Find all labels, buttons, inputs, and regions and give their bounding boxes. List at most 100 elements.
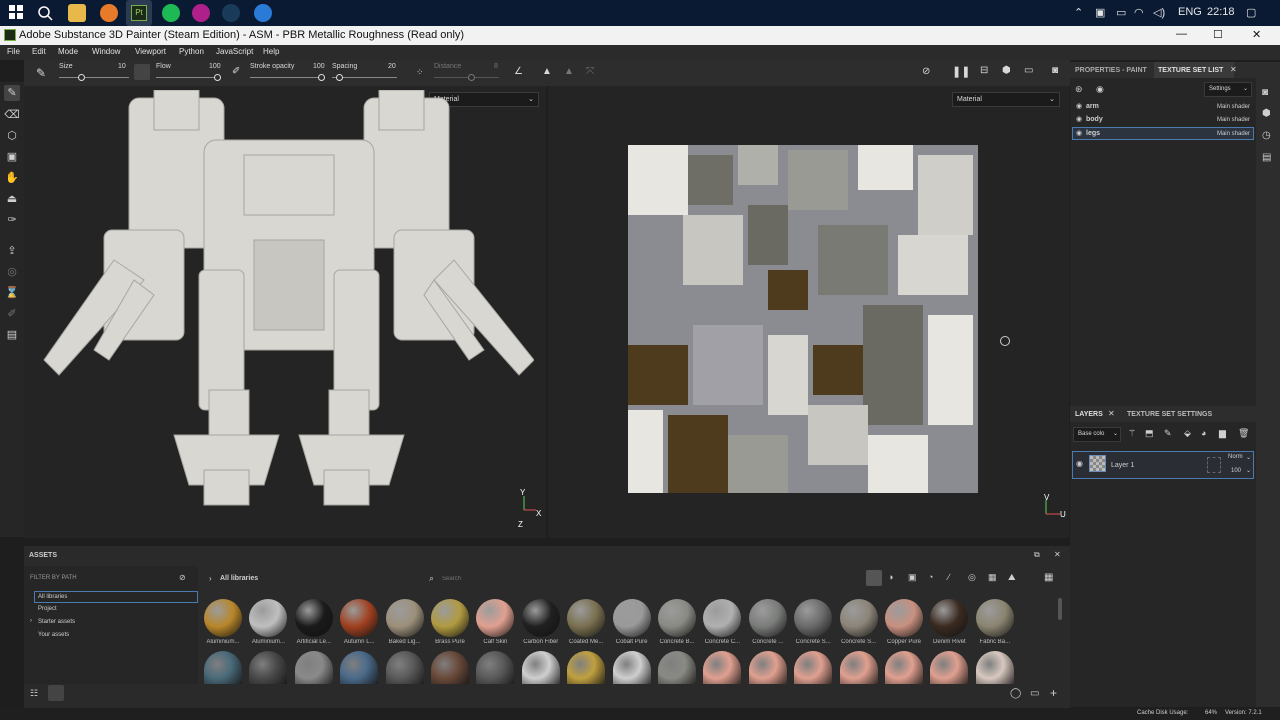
menu-python[interactable]: Python [179, 47, 204, 56]
add-fill-layer-icon[interactable]: ⬙ [1184, 428, 1191, 439]
new-window-icon[interactable]: ◯ [1010, 688, 1021, 699]
distance-value[interactable]: 8 [494, 63, 498, 70]
material-thumbnail[interactable] [249, 651, 288, 684]
monitor-icon[interactable]: ▭ [1116, 6, 1126, 19]
layer-name[interactable]: Layer 1 [1111, 462, 1134, 469]
blend-mode-select[interactable]: Norm [1228, 454, 1243, 460]
material-thumbnail[interactable] [249, 599, 288, 637]
material-thumbnail[interactable] [567, 651, 606, 684]
material-thumbnail[interactable] [204, 651, 242, 684]
stroke-opacity-slider[interactable] [250, 74, 325, 81]
visibility-eye-icon[interactable]: ◉ [1076, 129, 1082, 137]
spacing-slider[interactable] [332, 74, 397, 81]
tree-item-all-libraries[interactable]: All libraries [34, 591, 198, 603]
camera-icon[interactable]: ◙ [1052, 65, 1058, 76]
material-thumbnail[interactable] [476, 651, 515, 684]
material-thumbnail[interactable] [794, 599, 833, 637]
list-view-icon[interactable]: ☷ [30, 688, 38, 699]
detail-view-icon[interactable] [48, 685, 64, 701]
filter-alphas-icon[interactable]: ◎ [968, 572, 976, 583]
eye-icon[interactable]: ◉ [1096, 84, 1104, 95]
path-icon[interactable]: ✐ [4, 306, 20, 322]
chevron-down-icon[interactable]: ⌄ [1246, 454, 1251, 461]
hide-filter-icon[interactable]: ⊘ [179, 573, 186, 582]
tree-item-project[interactable]: Project [38, 606, 57, 612]
filter-materials-icon[interactable] [866, 570, 882, 586]
search-icon[interactable] [36, 4, 54, 22]
material-thumbnail[interactable] [431, 651, 469, 684]
add-folder-icon[interactable]: ▆ [1219, 428, 1226, 439]
material-thumbnail[interactable] [567, 599, 606, 637]
menu-file[interactable]: File [7, 47, 20, 56]
hide-icon[interactable]: ⊘ [922, 66, 930, 77]
material-thumbnail[interactable] [703, 651, 742, 684]
video-icon[interactable]: ▭ [1024, 65, 1033, 76]
notification-icon[interactable]: ▢ [1246, 6, 1256, 19]
material-thumbnail[interactable] [385, 599, 424, 637]
add-paint-layer-icon[interactable]: ✎ [1164, 428, 1172, 439]
channel-select[interactable]: Base colo ⌄ [1073, 427, 1121, 442]
chevron-down-icon[interactable]: ⌄ [1246, 467, 1251, 474]
material-thumbnail[interactable] [975, 651, 1014, 684]
material-thumbnail[interactable] [204, 599, 242, 637]
material-thumbnail[interactable] [612, 599, 651, 637]
bake-icon[interactable]: ⇪ [4, 243, 20, 259]
size-slider[interactable] [59, 74, 129, 81]
material-thumbnail[interactable] [658, 651, 696, 684]
viewport-3d[interactable]: Material ⌄ Y X Z [24, 86, 546, 538]
menu-help[interactable]: Help [263, 47, 279, 56]
projection-icon[interactable]: ⬡ [4, 128, 20, 144]
material-thumbnail[interactable] [612, 651, 651, 684]
scrollbar[interactable] [1058, 598, 1062, 620]
material-thumbnail[interactable] [885, 651, 923, 684]
add-smart-material-icon[interactable]: ⬒ [1145, 428, 1154, 439]
pause-icon[interactable]: ❚❚ [952, 65, 970, 78]
flow-value[interactable]: 100 [209, 63, 221, 70]
volume-icon[interactable]: ◁) [1153, 6, 1165, 19]
layer-visibility-eye-icon[interactable]: ◉ [1076, 459, 1083, 468]
smudge-icon[interactable]: ✋ [4, 170, 20, 186]
texture-set-shader[interactable]: Main shader [1217, 131, 1250, 137]
flow-slider[interactable] [156, 74, 221, 81]
material-thumbnail[interactable] [521, 651, 560, 684]
close-icon[interactable]: ✕ [1054, 550, 1061, 559]
close-button[interactable]: ✕ [1252, 28, 1261, 41]
browser-icon[interactable] [192, 4, 210, 22]
substance-painter-taskbar-button[interactable]: Pt [126, 0, 152, 26]
chevron-right-icon[interactable]: › [30, 618, 32, 624]
texture-set-row-selected[interactable]: ◉ legs Main shader [1072, 127, 1254, 140]
cube-icon[interactable]: ⬢ [1002, 65, 1011, 76]
tab-properties-paint[interactable]: PROPERTIES - PAINT [1075, 67, 1147, 74]
color-picker-icon[interactable]: ✑ [4, 212, 20, 228]
eraser-icon[interactable]: ⌫ [4, 107, 20, 123]
viewport-2d-material-select[interactable]: Material ⌄ [952, 92, 1060, 107]
layer-mask-slot[interactable] [1207, 457, 1221, 473]
blender-icon[interactable] [100, 4, 118, 22]
minimize-button[interactable]: — [1176, 28, 1187, 40]
filter-environments-icon[interactable]: ⛰ [1008, 572, 1016, 583]
menu-edit[interactable]: Edit [32, 47, 46, 56]
material-thumbnail[interactable] [385, 651, 424, 684]
layer-icon[interactable]: ▤ [4, 327, 20, 343]
close-icon[interactable]: ✕ [1108, 409, 1115, 418]
material-thumbnail[interactable] [658, 599, 696, 637]
menu-viewport[interactable]: Viewport [135, 47, 166, 56]
texture-set-shader[interactable]: Main shader [1217, 104, 1250, 110]
history-icon[interactable]: ◷ [1262, 130, 1271, 141]
material-thumbnail[interactable] [748, 599, 787, 637]
symmetry-icon[interactable]: ▲ [542, 66, 552, 77]
material-thumbnail[interactable] [521, 599, 560, 637]
menu-mode[interactable]: Mode [58, 47, 78, 56]
material-thumbnail[interactable] [794, 651, 833, 684]
material-thumbnail[interactable] [294, 599, 333, 637]
material-thumbnail[interactable] [975, 599, 1014, 637]
tab-texture-set-settings[interactable]: TEXTURE SET SETTINGS [1127, 411, 1212, 418]
brush-settings-icon[interactable]: ✎ [36, 66, 46, 80]
angle-icon[interactable]: ∠ [514, 66, 523, 77]
material-thumbnail[interactable] [748, 651, 787, 684]
tree-item-your-assets[interactable]: Your assets [38, 632, 69, 638]
texture-set-row[interactable]: ◉ arm Main shader [1072, 101, 1254, 113]
clone-stamp-icon[interactable]: ⏏ [4, 191, 20, 207]
transform-icon[interactable]: ⤧ [586, 66, 594, 77]
filter-grids-icon[interactable]: ▦ [988, 572, 997, 583]
